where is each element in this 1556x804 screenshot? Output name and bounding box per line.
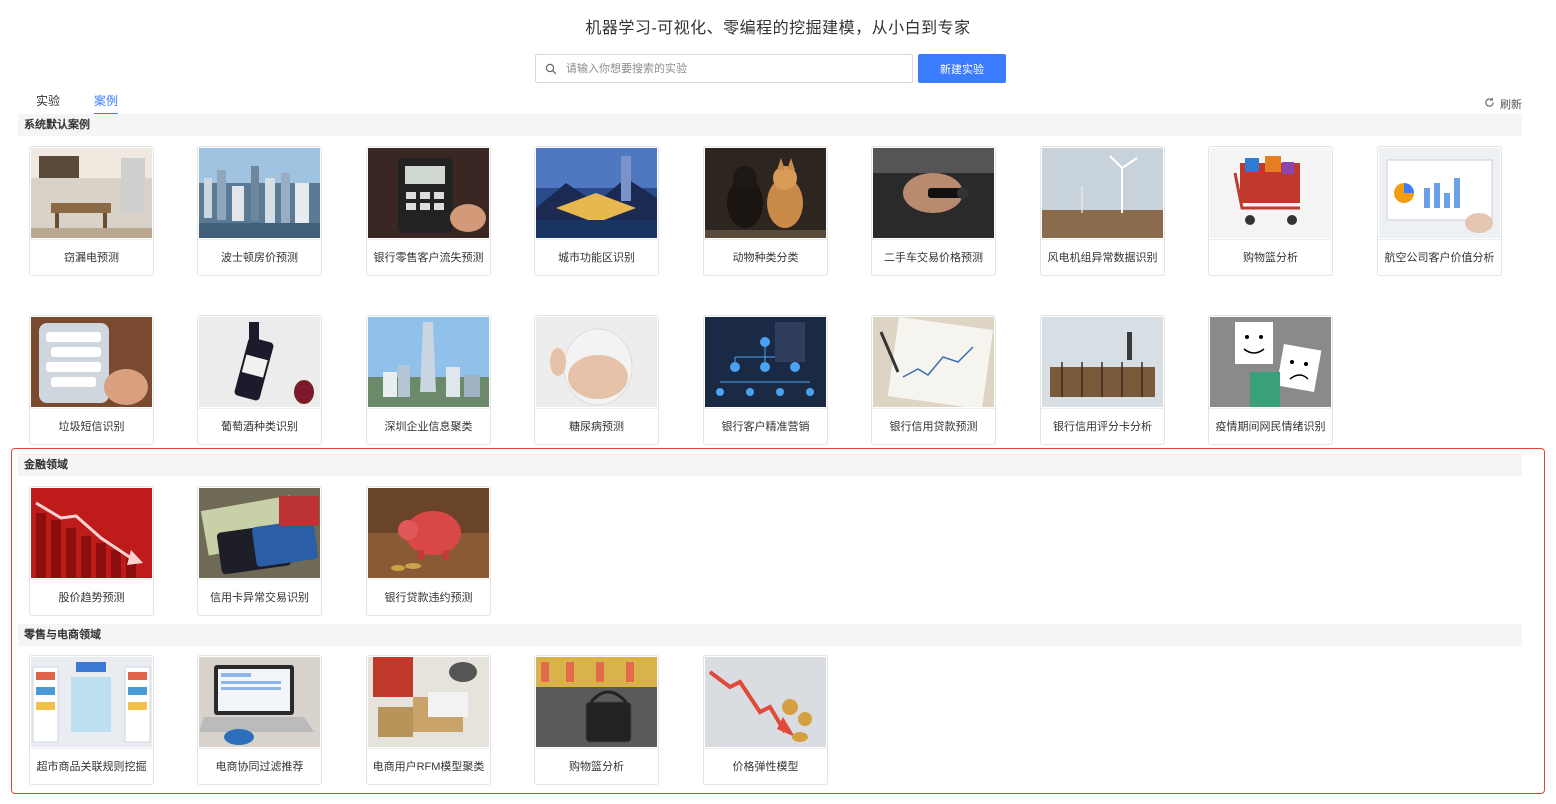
case-card-label: 波士顿房价预测 bbox=[198, 239, 321, 275]
case-card-label: 超市商品关联规则挖掘 bbox=[30, 748, 153, 784]
city-skyline-photo bbox=[199, 148, 320, 238]
refresh-icon bbox=[1484, 97, 1495, 111]
case-card[interactable]: 银行客户精准营销 bbox=[703, 315, 828, 445]
case-card-label: 城市功能区识别 bbox=[535, 239, 658, 275]
case-card[interactable]: 垃圾短信识别 bbox=[29, 315, 154, 445]
case-card-label: 银行贷款违约预测 bbox=[367, 579, 490, 615]
org-chart-photo bbox=[705, 317, 826, 407]
case-card[interactable]: 信用卡异常交易识别 bbox=[197, 486, 322, 616]
pos-terminal-photo bbox=[368, 148, 489, 238]
case-card-label: 股价趋势预测 bbox=[30, 579, 153, 615]
page-title: 机器学习-可视化、零编程的挖掘建模，从小白到专家 bbox=[585, 20, 971, 37]
section-title-retail: 零售与电商领域 bbox=[18, 624, 1522, 646]
phone-sms-photo bbox=[31, 317, 152, 407]
case-card-label: 价格弹性模型 bbox=[704, 748, 827, 784]
tab-cases[interactable]: 案例 bbox=[94, 92, 119, 115]
case-card[interactable]: 银行零售客户流失预测 bbox=[366, 146, 491, 276]
case-card[interactable]: 电商用户RFM模型聚类 bbox=[366, 655, 491, 785]
new-experiment-button[interactable]: 新建实验 bbox=[918, 54, 1006, 83]
skyscraper-photo bbox=[368, 317, 489, 407]
case-card[interactable]: 股价趋势预测 bbox=[29, 486, 154, 616]
case-card[interactable]: 窃漏电预测 bbox=[29, 146, 154, 276]
case-card[interactable]: 疫情期间网民情绪识别 bbox=[1208, 315, 1333, 445]
case-card-label: 银行客户精准营销 bbox=[704, 408, 827, 444]
case-card[interactable]: 价格弹性模型 bbox=[703, 655, 828, 785]
emotion-faces-photo bbox=[1210, 317, 1331, 407]
piggy-bank-photo bbox=[368, 488, 489, 578]
price-arrow-photo bbox=[705, 657, 826, 747]
case-card[interactable]: 深圳企业信息聚类 bbox=[366, 315, 491, 445]
credit-cards-photo bbox=[199, 488, 320, 578]
grocery-basket-photo bbox=[536, 657, 657, 747]
document-chart-photo bbox=[873, 317, 994, 407]
laptop-photo bbox=[199, 657, 320, 747]
search-icon bbox=[536, 63, 566, 75]
case-card-label: 电商用户RFM模型聚类 bbox=[367, 748, 490, 784]
case-card[interactable]: 风电机组异常数据识别 bbox=[1040, 146, 1165, 276]
wind-turbine-photo bbox=[1042, 148, 1163, 238]
case-card-label: 深圳企业信息聚类 bbox=[367, 408, 490, 444]
abacus-photo bbox=[1042, 317, 1163, 407]
case-card-label: 风电机组异常数据识别 bbox=[1041, 239, 1164, 275]
dogs-photo bbox=[705, 148, 826, 238]
shopping-cart-photo bbox=[1210, 148, 1331, 238]
case-card-label: 购物篮分析 bbox=[1209, 239, 1332, 275]
case-card[interactable]: 动物种类分类 bbox=[703, 146, 828, 276]
case-card-label: 糖尿病预测 bbox=[535, 408, 658, 444]
case-card-label: 二手车交易价格预测 bbox=[872, 239, 995, 275]
case-card[interactable]: 二手车交易价格预测 bbox=[871, 146, 996, 276]
case-card[interactable]: 城市功能区识别 bbox=[534, 146, 659, 276]
case-card-label: 电商协同过滤推荐 bbox=[198, 748, 321, 784]
search-box[interactable] bbox=[535, 54, 913, 83]
case-card[interactable]: 银行贷款违约预测 bbox=[366, 486, 491, 616]
supermarket-photo bbox=[31, 657, 152, 747]
case-card-label: 银行信用贷款预测 bbox=[872, 408, 995, 444]
kitchen-photo bbox=[31, 148, 152, 238]
case-card[interactable]: 糖尿病预测 bbox=[534, 315, 659, 445]
case-card-label: 信用卡异常交易识别 bbox=[198, 579, 321, 615]
case-card-label: 购物篮分析 bbox=[535, 748, 658, 784]
case-card-label: 银行信用评分卡分析 bbox=[1041, 408, 1164, 444]
car-key-photo bbox=[873, 148, 994, 238]
case-card-label: 窃漏电预测 bbox=[30, 239, 153, 275]
section-title-finance: 金融领域 bbox=[18, 454, 1522, 476]
wine-bottle-photo bbox=[199, 317, 320, 407]
case-card[interactable]: 航空公司客户价值分析 bbox=[1377, 146, 1502, 276]
case-card-label: 垃圾短信识别 bbox=[30, 408, 153, 444]
packages-photo bbox=[368, 657, 489, 747]
tab-experiments[interactable]: 实验 bbox=[36, 92, 60, 115]
search-input[interactable] bbox=[566, 55, 896, 82]
case-card-label: 疫情期间网民情绪识别 bbox=[1209, 408, 1332, 444]
stock-decline-photo bbox=[31, 488, 152, 578]
case-card-label: 动物种类分类 bbox=[704, 239, 827, 275]
case-card[interactable]: 银行信用贷款预测 bbox=[871, 315, 996, 445]
body-photo bbox=[536, 317, 657, 407]
case-card[interactable]: 葡萄酒种类识别 bbox=[197, 315, 322, 445]
case-card[interactable]: 购物篮分析 bbox=[534, 655, 659, 785]
tab-bar: 实验 案例 bbox=[36, 92, 119, 115]
dashboard-photo bbox=[1379, 148, 1500, 238]
case-card[interactable]: 银行信用评分卡分析 bbox=[1040, 315, 1165, 445]
case-card-label: 银行零售客户流失预测 bbox=[367, 239, 490, 275]
case-card-label: 葡萄酒种类识别 bbox=[198, 408, 321, 444]
section-title-default: 系统默认案例 bbox=[18, 114, 1522, 136]
case-card[interactable]: 波士顿房价预测 bbox=[197, 146, 322, 276]
case-card[interactable]: 电商协同过滤推荐 bbox=[197, 655, 322, 785]
refresh-label: 刷新 bbox=[1500, 99, 1522, 111]
city-night-photo bbox=[536, 148, 657, 238]
case-card-label: 航空公司客户价值分析 bbox=[1378, 239, 1501, 275]
refresh-button[interactable]: 刷新 bbox=[1484, 96, 1522, 112]
case-card[interactable]: 购物篮分析 bbox=[1208, 146, 1333, 276]
case-card[interactable]: 超市商品关联规则挖掘 bbox=[29, 655, 154, 785]
